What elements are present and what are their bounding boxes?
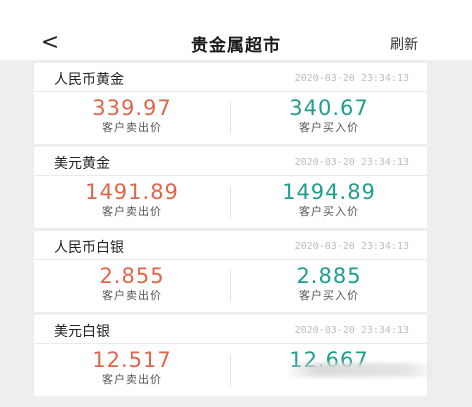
sell-label: 客户卖出价 xyxy=(102,121,162,134)
product-name: 人民币黄金 xyxy=(54,72,124,88)
price-card-cny-silver[interactable]: 人民币白银 2020-03-20 23:34:13 2.855 客户卖出价 2.… xyxy=(34,231,427,312)
quote-timestamp: 2020-03-20 23:34:13 xyxy=(294,73,409,84)
sell-column: 1491.89 客户卖出价 xyxy=(34,180,230,219)
sell-label: 客户卖出价 xyxy=(102,289,162,302)
buy-label: 客户买入价 xyxy=(299,121,359,134)
app-header: < 贵金属超市 刷新 xyxy=(0,0,472,64)
price-list: 人民币黄金 2020-03-20 23:34:13 339.97 客户卖出价 3… xyxy=(0,60,472,407)
buy-column: 340.67 客户买入价 xyxy=(231,96,427,135)
card-body: 2.855 客户卖出价 2.885 客户买入价 xyxy=(34,260,427,312)
card-header: 美元黄金 2020-03-20 23:34:13 xyxy=(34,147,427,176)
card-header: 人民币黄金 2020-03-20 23:34:13 xyxy=(34,63,427,92)
product-name: 美元黄金 xyxy=(54,156,110,172)
buy-column: 2.885 客户买入价 xyxy=(231,264,427,303)
buy-price: 2.885 xyxy=(296,264,362,288)
sell-price: 12.517 xyxy=(92,348,172,372)
quote-timestamp: 2020-03-20 23:34:13 xyxy=(294,241,409,252)
price-card-cny-gold[interactable]: 人民币黄金 2020-03-20 23:34:13 339.97 客户卖出价 3… xyxy=(34,63,427,144)
price-card-usd-silver[interactable]: 美元白银 2020-03-20 23:34:13 12.517 客户卖出价 12… xyxy=(34,315,427,396)
price-card-usd-gold[interactable]: 美元黄金 2020-03-20 23:34:13 1491.89 客户卖出价 1… xyxy=(34,147,427,228)
refresh-button[interactable]: 刷新 xyxy=(390,34,418,54)
sell-price: 339.97 xyxy=(92,96,172,120)
sell-label: 客户卖出价 xyxy=(102,373,162,386)
card-body: 1491.89 客户卖出价 1494.89 客户买入价 xyxy=(34,176,427,228)
buy-label: 客户买入价 xyxy=(299,289,359,302)
quote-timestamp: 2020-03-20 23:34:13 xyxy=(294,157,409,168)
sell-label: 客户卖出价 xyxy=(102,205,162,218)
buy-column: 1494.89 客户买入价 xyxy=(231,180,427,219)
buy-price: 340.67 xyxy=(289,96,369,120)
card-header: 人民币白银 2020-03-20 23:34:13 xyxy=(34,231,427,260)
card-header: 美元白银 2020-03-20 23:34:13 xyxy=(34,315,427,344)
product-name: 人民币白银 xyxy=(54,240,124,256)
sell-column: 12.517 客户卖出价 xyxy=(34,348,230,387)
buy-price: 1494.89 xyxy=(282,180,376,204)
sell-column: 2.855 客户卖出价 xyxy=(34,264,230,303)
quote-timestamp: 2020-03-20 23:34:13 xyxy=(294,325,409,336)
sell-price: 1491.89 xyxy=(85,180,179,204)
watermark xyxy=(286,363,436,377)
sell-column: 339.97 客户卖出价 xyxy=(34,96,230,135)
buy-label: 客户买入价 xyxy=(299,205,359,218)
sell-price: 2.855 xyxy=(99,264,165,288)
card-body: 339.97 客户卖出价 340.67 客户买入价 xyxy=(34,92,427,144)
product-name: 美元白银 xyxy=(54,324,110,340)
